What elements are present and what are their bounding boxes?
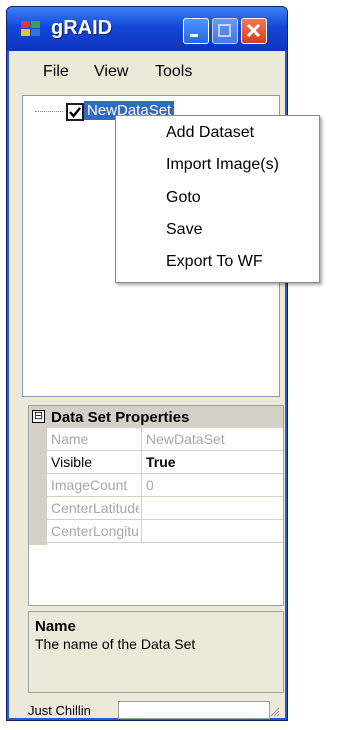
context-menu-add-dataset[interactable]: Add Dataset xyxy=(166,124,254,142)
property-category-title: Data Set Properties xyxy=(51,409,190,426)
property-divider xyxy=(141,520,142,542)
property-name: Visible xyxy=(51,454,92,470)
property-name: CenterLongitude xyxy=(51,523,139,539)
maximize-icon xyxy=(218,24,231,37)
menu-file[interactable]: File xyxy=(43,63,69,81)
property-value[interactable]: True xyxy=(146,454,282,470)
maximize-button[interactable] xyxy=(212,18,238,44)
description-title: Name xyxy=(35,618,76,635)
app-window: gRAID File View Tools NewDataSet ⊟ Data … xyxy=(6,6,288,721)
property-divider xyxy=(141,474,142,496)
app-icon xyxy=(21,21,40,36)
close-icon xyxy=(246,23,261,38)
context-menu-import-images[interactable]: Import Image(s) xyxy=(166,156,279,174)
context-menu-goto[interactable]: Goto xyxy=(166,189,201,207)
close-button[interactable] xyxy=(241,18,267,44)
property-divider xyxy=(141,451,142,473)
property-row-centerlatitude[interactable]: CenterLatitude xyxy=(47,497,283,520)
menu-view[interactable]: View xyxy=(94,63,128,81)
status-bar: Just Chillin xyxy=(10,701,284,719)
resize-grip-icon[interactable] xyxy=(270,707,280,717)
property-value[interactable]: 0 xyxy=(146,477,282,493)
tree-connector xyxy=(35,111,63,112)
checkmark-icon xyxy=(69,107,81,118)
context-menu: Add Dataset Import Image(s) Goto Save Ex… xyxy=(115,115,320,283)
menu-tools[interactable]: Tools xyxy=(155,63,192,81)
property-name: Name xyxy=(51,431,89,447)
property-divider xyxy=(141,497,142,519)
collapse-icon[interactable]: ⊟ xyxy=(32,410,45,423)
property-name: ImageCount xyxy=(51,477,128,493)
property-divider xyxy=(141,428,142,450)
property-grid: ⊟ Data Set Properties Name NewDataSet Vi… xyxy=(28,405,284,547)
minimize-icon xyxy=(190,34,198,37)
status-text: Just Chillin xyxy=(28,703,91,718)
context-menu-export-to-wf[interactable]: Export To WF xyxy=(166,253,263,271)
context-menu-save[interactable]: Save xyxy=(166,221,202,239)
property-description-panel: Name The name of the Data Set xyxy=(28,611,284,693)
property-value[interactable]: NewDataSet xyxy=(146,431,282,447)
property-row-imagecount[interactable]: ImageCount 0 xyxy=(47,474,283,497)
description-text: The name of the Data Set xyxy=(35,636,196,652)
property-row-name[interactable]: Name NewDataSet xyxy=(47,428,283,451)
window-title: gRAID xyxy=(51,17,113,39)
minimize-button[interactable] xyxy=(183,18,209,44)
node-checkbox[interactable] xyxy=(66,103,84,121)
title-bar[interactable]: gRAID xyxy=(7,7,287,51)
property-grid-empty-area xyxy=(28,545,284,606)
menu-bar: File View Tools xyxy=(10,51,284,91)
property-name: CenterLatitude xyxy=(51,500,139,516)
status-panel xyxy=(118,701,270,719)
property-row-centerlongitude[interactable]: CenterLongitude xyxy=(47,520,283,543)
property-grid-gutter xyxy=(29,428,47,546)
property-row-visible[interactable]: Visible True xyxy=(47,451,283,474)
property-category-header[interactable]: ⊟ Data Set Properties xyxy=(29,406,283,428)
